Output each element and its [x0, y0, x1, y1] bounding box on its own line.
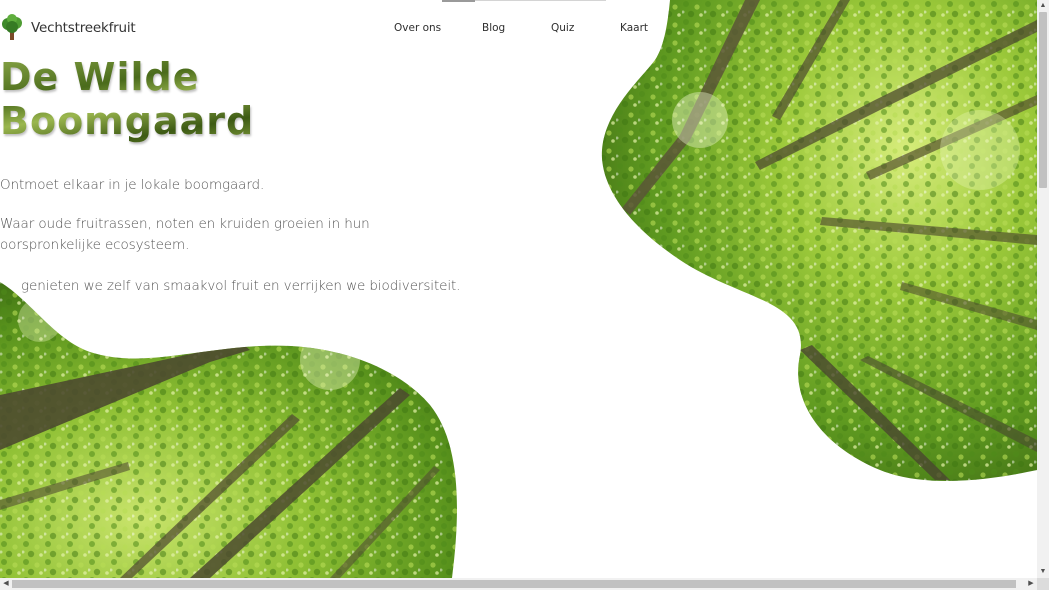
- scrollbar-corner: [1037, 578, 1049, 590]
- nav-item-blog[interactable]: Blog: [482, 22, 505, 34]
- hero-title: De Wilde Boomgaard: [0, 55, 254, 143]
- page: Vechtstreekfruit Over ons Blog Quiz Kaar…: [0, 0, 1037, 578]
- scroll-up-arrow-icon[interactable]: ▲: [1037, 0, 1049, 12]
- brand-logo[interactable]: Vechtstreekfruit: [0, 14, 136, 42]
- brand-name: Vechtstreekfruit: [31, 20, 136, 36]
- hero-paragraph-1: Ontmoet elkaar in je lokale boomgaard.: [0, 177, 265, 193]
- tree-logo-icon: [2, 14, 22, 40]
- scroll-down-arrow-icon[interactable]: ▼: [1037, 566, 1049, 578]
- vertical-scrollbar-thumb[interactable]: [1039, 12, 1047, 188]
- vertical-scrollbar[interactable]: ▲ ▼: [1037, 0, 1049, 578]
- nav-item-kaart[interactable]: Kaart: [620, 22, 648, 34]
- horizontal-scrollbar[interactable]: ◀ ▶: [0, 578, 1037, 590]
- scroll-left-arrow-icon[interactable]: ◀: [0, 578, 12, 590]
- nav-item-over-ons[interactable]: Over ons: [394, 22, 441, 34]
- hero-title-line-1: De Wilde: [0, 55, 200, 99]
- hero-paragraph-2: Waar oude fruitrassen, noten en kruiden …: [0, 216, 370, 253]
- horizontal-scrollbar-thumb[interactable]: [12, 580, 1016, 588]
- scroll-right-arrow-icon[interactable]: ▶: [1025, 578, 1037, 590]
- hero-paragraph-3: genieten we zelf van smaakvol fruit en v…: [21, 278, 461, 294]
- nav-item-quiz[interactable]: Quiz: [551, 22, 574, 34]
- hero-title-line-2: Boomgaard: [0, 99, 255, 143]
- nav-active-indicator: [442, 0, 475, 2]
